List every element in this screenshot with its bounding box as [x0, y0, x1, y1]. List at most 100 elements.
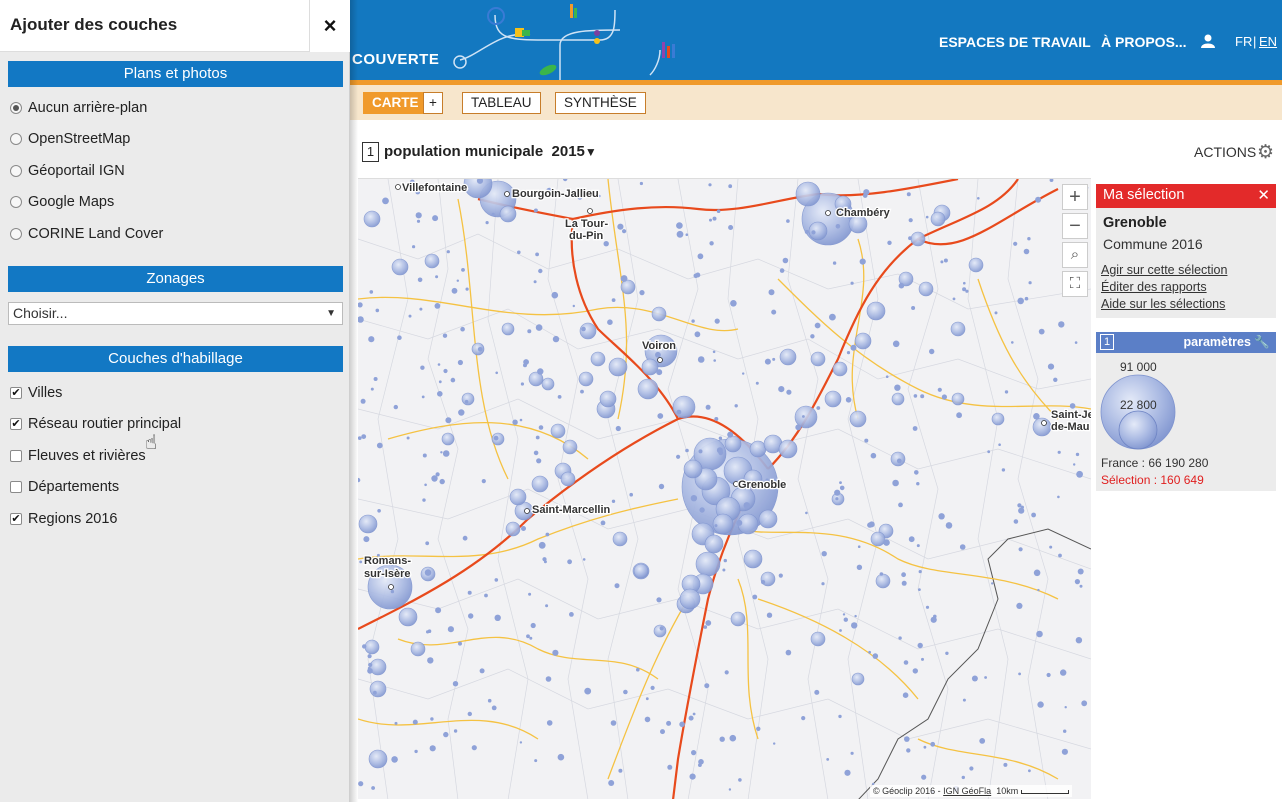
population-dot[interactable]	[712, 216, 717, 221]
population-dot[interactable]	[892, 479, 899, 487]
lang-fr[interactable]: FR	[1235, 34, 1252, 49]
population-dot[interactable]	[477, 347, 483, 352]
population-dot[interactable]	[412, 245, 416, 249]
population-dot[interactable]	[952, 297, 956, 301]
population-bubble[interactable]	[730, 611, 746, 627]
population-dot[interactable]	[533, 450, 539, 456]
population-dot[interactable]	[603, 241, 609, 247]
population-dot[interactable]	[377, 509, 381, 513]
population-dot[interactable]	[963, 281, 966, 285]
population-bubble[interactable]	[499, 205, 517, 223]
population-dot[interactable]	[1058, 321, 1065, 328]
population-dot[interactable]	[535, 435, 540, 440]
population-bubble[interactable]	[358, 514, 378, 534]
population-dot[interactable]	[536, 458, 542, 464]
population-dot[interactable]	[358, 477, 361, 483]
population-dot[interactable]	[414, 749, 418, 754]
population-dot[interactable]	[390, 589, 395, 594]
population-dot[interactable]	[655, 351, 661, 358]
population-dot[interactable]	[467, 590, 472, 595]
population-dot[interactable]	[639, 181, 643, 186]
population-dot[interactable]	[464, 399, 469, 404]
population-bubble[interactable]	[633, 563, 649, 579]
population-dot[interactable]	[528, 592, 532, 596]
population-dot[interactable]	[1003, 762, 1008, 767]
population-bubble[interactable]	[810, 631, 826, 647]
population-dot[interactable]	[358, 316, 364, 323]
population-bubble[interactable]	[824, 390, 842, 408]
population-dot[interactable]	[484, 593, 488, 598]
population-dot[interactable]	[943, 258, 948, 263]
population-dot[interactable]	[940, 260, 944, 264]
population-dot[interactable]	[802, 415, 805, 418]
population-dot[interactable]	[600, 520, 606, 526]
population-dot[interactable]	[427, 629, 432, 633]
population-dot[interactable]	[850, 344, 857, 351]
population-dot[interactable]	[979, 738, 986, 744]
population-dot[interactable]	[461, 268, 465, 272]
population-dot[interactable]	[618, 768, 623, 773]
population-bubble[interactable]	[424, 253, 440, 269]
checkbox[interactable]	[10, 481, 22, 493]
population-dot[interactable]	[718, 450, 724, 456]
population-dot[interactable]	[1028, 769, 1031, 773]
basemap-option-google[interactable]: Google Maps	[10, 191, 114, 213]
population-dot[interactable]	[894, 384, 901, 391]
population-dot[interactable]	[572, 304, 575, 308]
population-dot[interactable]	[535, 252, 539, 257]
population-dot[interactable]	[969, 766, 974, 771]
population-dot[interactable]	[722, 568, 726, 572]
edit-reports-link[interactable]: Éditer des rapports	[1101, 280, 1207, 294]
population-dot[interactable]	[768, 289, 775, 296]
population-dot[interactable]	[786, 389, 792, 395]
population-bubble[interactable]	[441, 432, 455, 446]
population-dot[interactable]	[685, 448, 689, 453]
population-dot[interactable]	[734, 404, 738, 408]
population-dot[interactable]	[360, 398, 366, 404]
population-dot[interactable]	[918, 570, 922, 574]
population-bubble[interactable]	[875, 573, 891, 589]
caret-down-icon[interactable]: ▼	[585, 145, 597, 159]
population-dot[interactable]	[816, 406, 821, 410]
population-dot[interactable]	[373, 690, 377, 695]
population-dot[interactable]	[1061, 748, 1068, 755]
population-dot[interactable]	[530, 622, 536, 629]
population-dot[interactable]	[1064, 706, 1067, 709]
population-dot[interactable]	[557, 753, 565, 761]
population-dot[interactable]	[723, 558, 727, 563]
population-dot[interactable]	[901, 580, 907, 586]
population-dot[interactable]	[902, 692, 909, 698]
population-dot[interactable]	[838, 714, 842, 719]
population-dot[interactable]	[761, 580, 766, 585]
population-dot[interactable]	[850, 281, 854, 285]
population-dot[interactable]	[771, 309, 777, 315]
population-dot[interactable]	[962, 698, 966, 702]
population-dot[interactable]	[904, 736, 910, 742]
population-dot[interactable]	[658, 483, 665, 490]
population-dot[interactable]	[814, 689, 820, 695]
population-dot[interactable]	[1073, 463, 1076, 466]
population-dot[interactable]	[906, 748, 911, 753]
population-dot[interactable]	[552, 335, 560, 343]
population-dot[interactable]	[373, 377, 378, 381]
population-dot[interactable]	[533, 208, 538, 213]
population-dot[interactable]	[821, 582, 825, 586]
population-dot[interactable]	[644, 716, 651, 723]
population-dot[interactable]	[546, 720, 553, 726]
population-dot[interactable]	[938, 513, 945, 520]
population-dot[interactable]	[752, 594, 758, 600]
population-dot[interactable]	[826, 758, 830, 761]
population-dot[interactable]	[965, 289, 969, 293]
population-dot[interactable]	[695, 272, 701, 278]
population-dot[interactable]	[872, 653, 879, 659]
population-dot[interactable]	[367, 654, 372, 659]
population-dot[interactable]	[545, 532, 550, 537]
population-dot[interactable]	[545, 676, 552, 682]
population-dot[interactable]	[1049, 179, 1054, 182]
population-bubble[interactable]	[637, 378, 659, 400]
population-dot[interactable]	[937, 387, 942, 392]
population-dot[interactable]	[821, 551, 827, 557]
population-bubble[interactable]	[620, 279, 636, 295]
population-dot[interactable]	[358, 436, 362, 440]
population-dot[interactable]	[393, 404, 398, 410]
